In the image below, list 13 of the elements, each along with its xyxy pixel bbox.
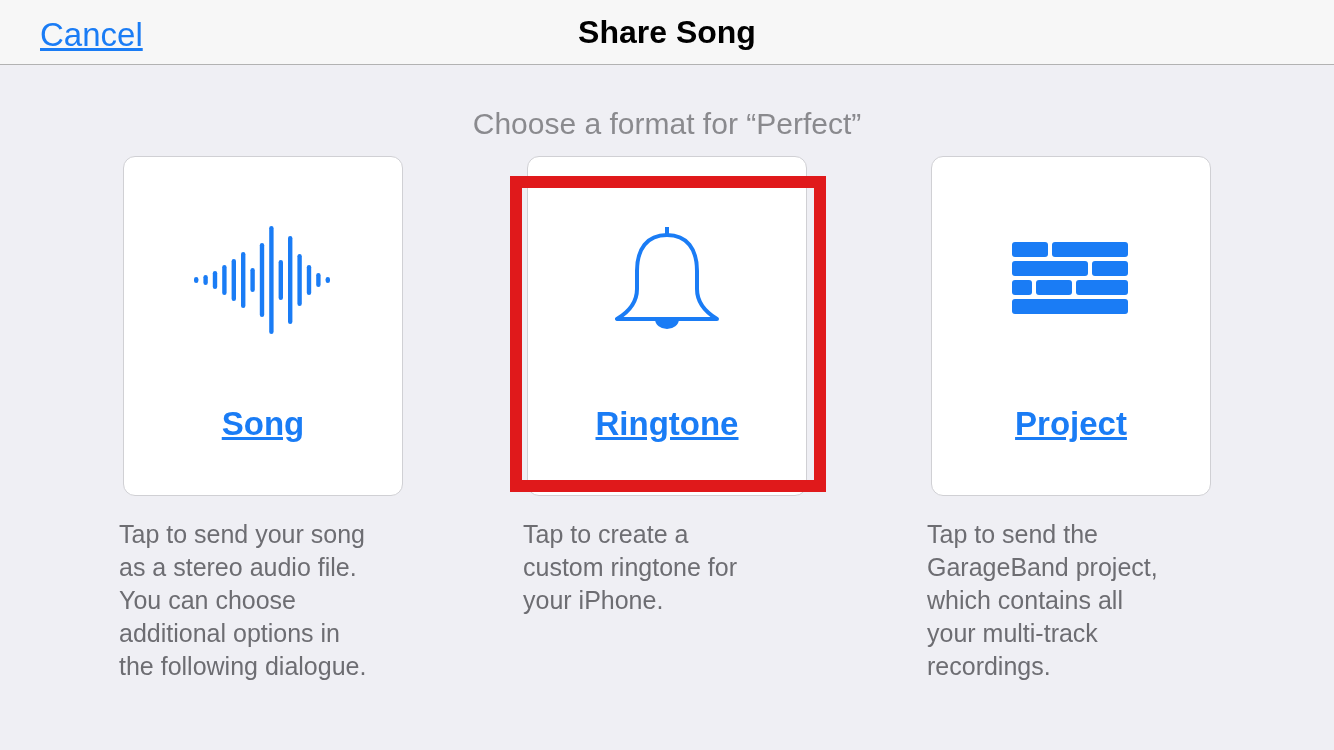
prompt-text: Choose a format for “Perfect” (472, 106, 862, 142)
window-title: Share Song (578, 13, 756, 52)
waveform-icon (194, 224, 332, 335)
format-link[interactable]: Project (1015, 399, 1127, 449)
format-card[interactable]: Ringtone (527, 156, 807, 496)
format-link[interactable]: Song (221, 399, 305, 449)
format-link[interactable]: Ringtone (595, 399, 739, 449)
format-card[interactable]: Project (931, 156, 1211, 496)
format-description: Tap to create a custom ringtone for your iPhone. (523, 519, 738, 616)
format-card[interactable]: Song (123, 156, 403, 496)
cancel-link[interactable]: Cancel (40, 10, 143, 60)
format-description: Tap to send the GarageBand project, which contains all your multi-track recordings. (927, 519, 1159, 682)
format-description: Tap to send your song as a stereo audio file. You can choose additional options in the following dialogue. (119, 519, 368, 682)
